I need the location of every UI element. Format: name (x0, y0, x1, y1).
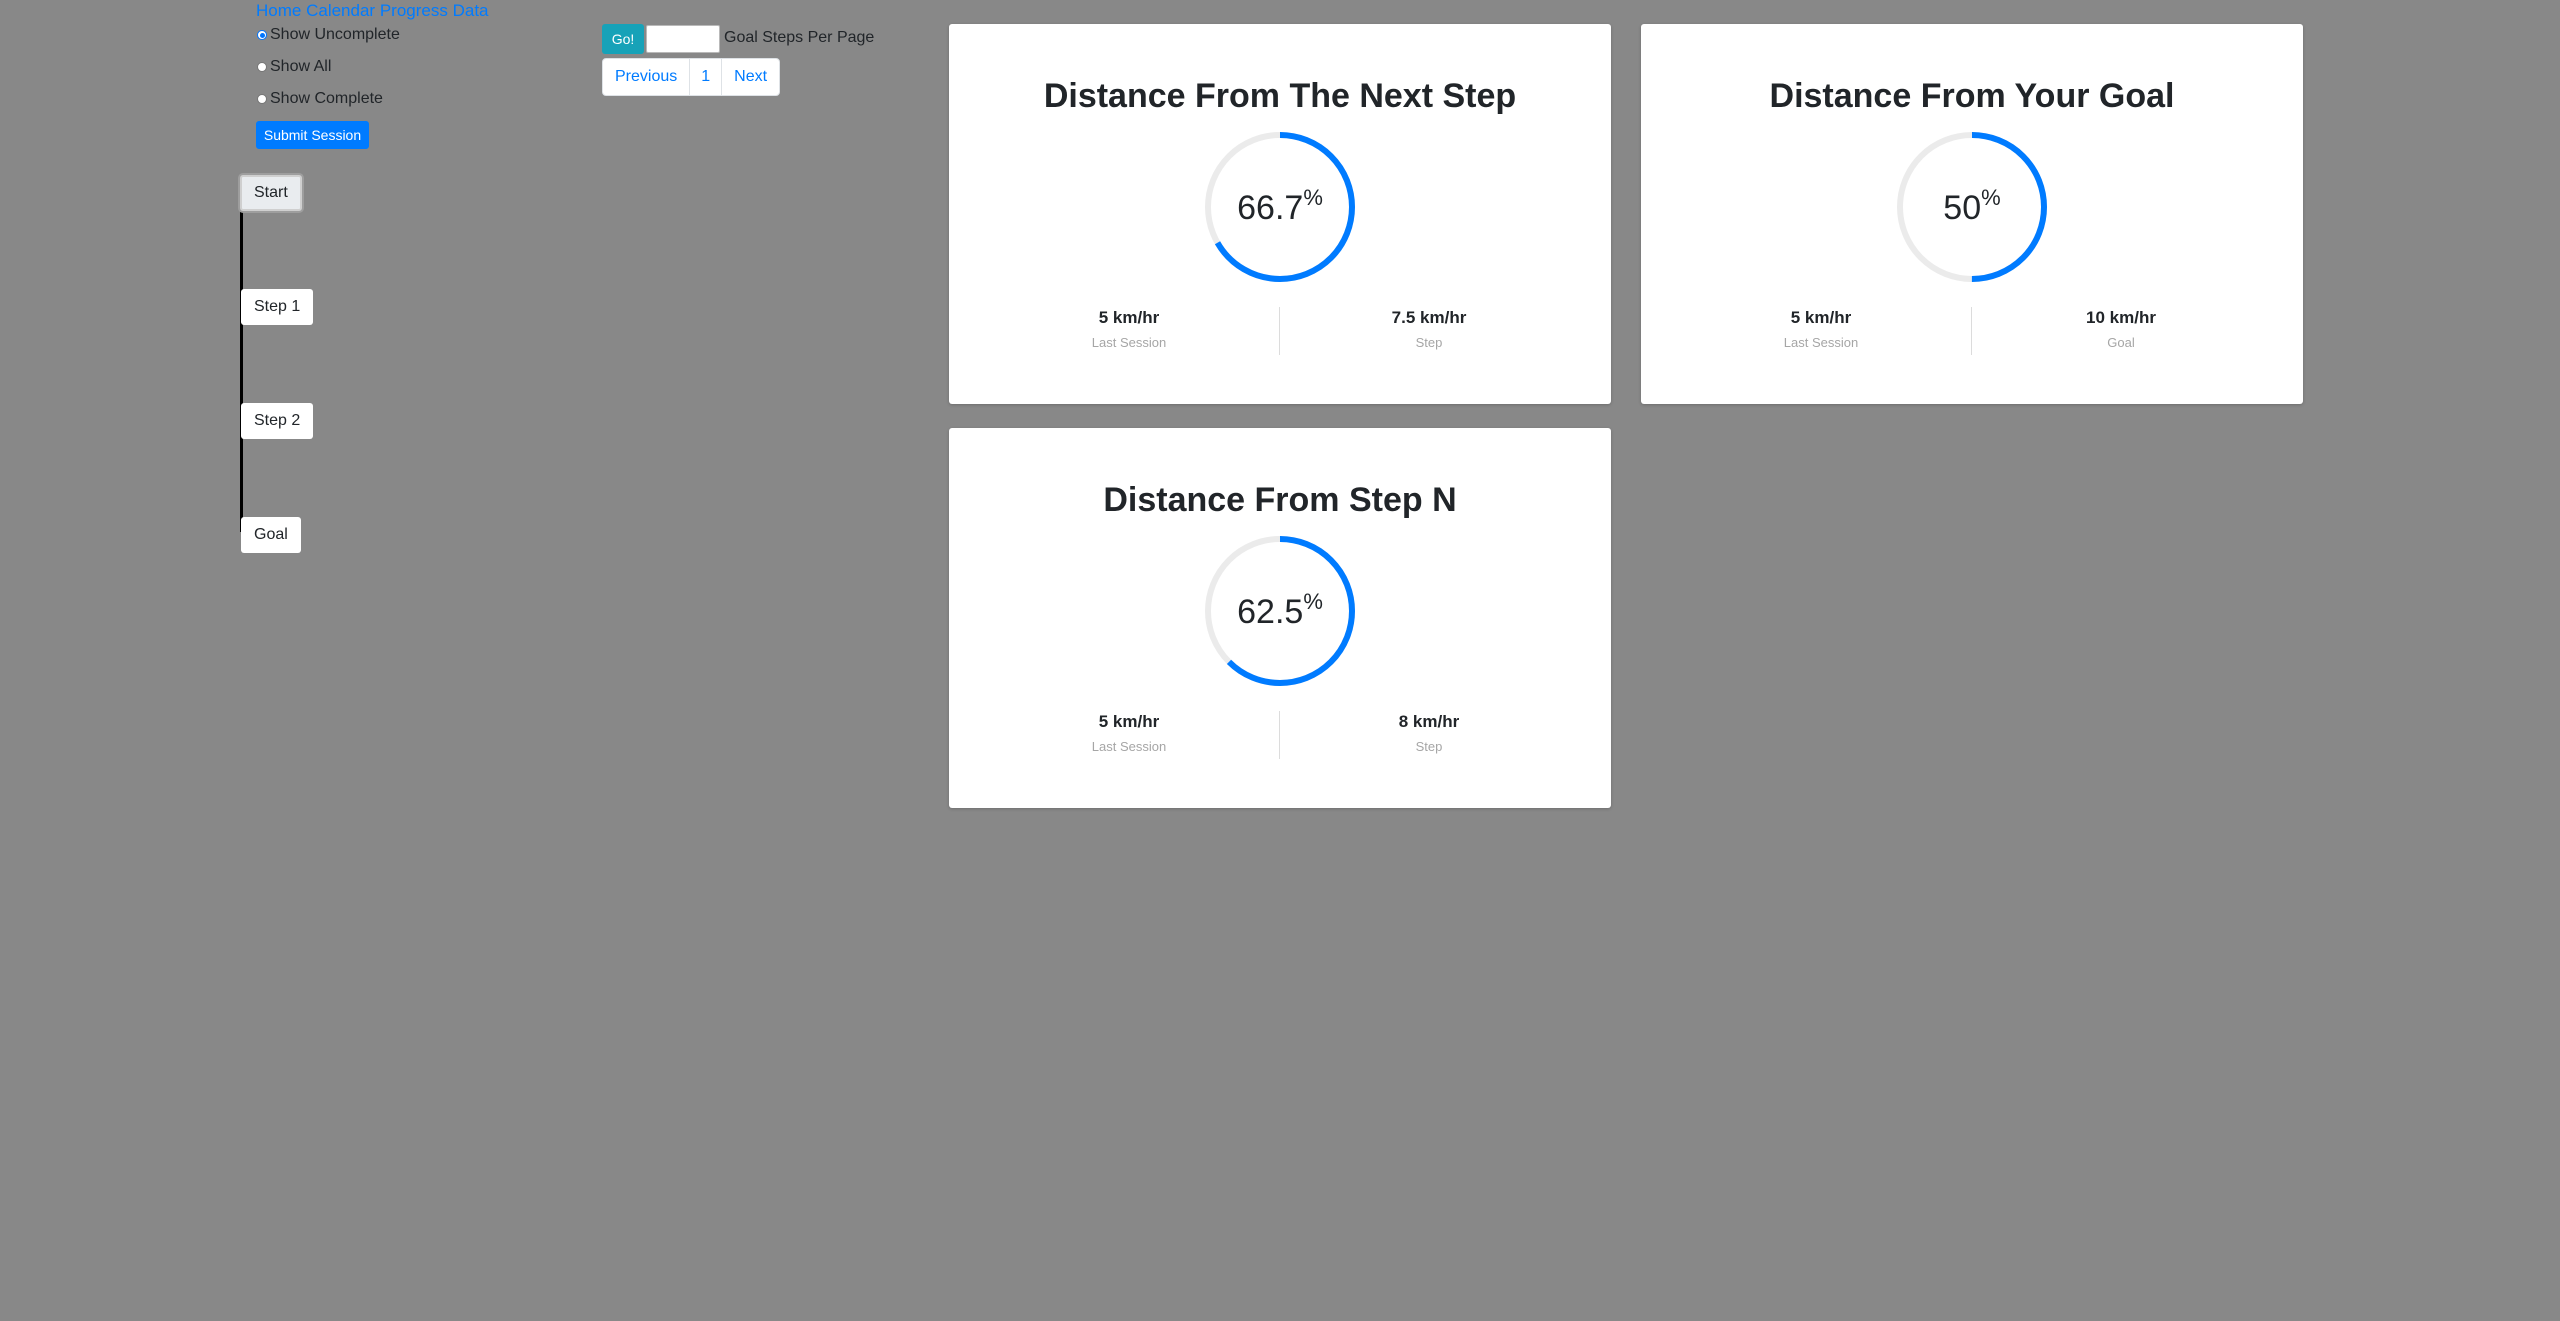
stat-label: Last Session (1783, 335, 1859, 350)
filter-option-label: Show Complete (270, 90, 383, 107)
stat-label: Step (1415, 335, 1443, 350)
stat-left: 5 km/hr Last Session (979, 711, 1279, 756)
stat-value: 5 km/hr (1098, 712, 1160, 731)
pagination-previous[interactable]: Previous (603, 59, 689, 95)
submit-session-button[interactable]: Submit Session (256, 121, 369, 149)
nav-link-home[interactable]: Home (256, 1, 301, 20)
stat-left: 5 km/hr Last Session (1671, 307, 1971, 352)
card-title: Distance From Your Goal (1769, 77, 2175, 115)
filter-option-uncomplete[interactable]: Show Uncomplete (256, 25, 400, 45)
gauge-unit: % (1981, 185, 2001, 210)
gauge-unit: % (1303, 589, 1323, 614)
card-title: Distance From The Next Step (1043, 77, 1517, 115)
stat-right: 10 km/hr Goal (1971, 307, 2271, 352)
filter-option-complete[interactable]: Show Complete (256, 89, 383, 109)
top-nav: Home Calendar Progress Data (256, 1, 489, 21)
progress-gauge: 50% (1897, 132, 2047, 282)
pagination-next[interactable]: Next (721, 59, 779, 95)
stat-value: 8 km/hr (1398, 712, 1460, 731)
nav-link-progress[interactable]: Progress (380, 1, 448, 20)
radio-button-uncomplete[interactable] (257, 30, 267, 40)
stat-label: Step (1415, 739, 1443, 754)
progress-gauge: 66.7% (1205, 132, 1355, 282)
gauge-percent: 66.7 (1237, 189, 1304, 227)
timeline-line (240, 212, 243, 532)
stat-left: 5 km/hr Last Session (979, 307, 1279, 352)
stat-label: Last Session (1091, 335, 1167, 350)
stat-right: 7.5 km/hr Step (1279, 307, 1579, 352)
stat-value: 5 km/hr (1790, 308, 1852, 327)
steps-per-page-input[interactable] (646, 25, 720, 53)
stat-card-goal: Distance From Your Goal 50% 5 km/hr Last… (1641, 24, 2303, 404)
progress-gauge: 62.5% (1205, 536, 1355, 686)
gauge-value: 50% (1897, 185, 2047, 228)
pagination-page-1[interactable]: 1 (689, 59, 721, 95)
pagination: Previous 1 Next (602, 58, 781, 96)
card-title: Distance From Step N (1103, 481, 1457, 519)
nav-link-data[interactable]: Data (453, 1, 489, 20)
timeline-step-2[interactable]: Step 2 (241, 403, 314, 439)
stat-label: Goal (2107, 335, 2135, 350)
gauge-percent: 50 (1943, 189, 1982, 227)
filter-option-all[interactable]: Show All (256, 57, 331, 77)
timeline-step-1[interactable]: Step 1 (241, 289, 314, 325)
timeline-step-start[interactable]: Start (240, 175, 302, 211)
gauge-percent: 62.5 (1237, 593, 1304, 631)
gauge-value: 66.7% (1205, 185, 1355, 228)
stat-right: 8 km/hr Step (1279, 711, 1579, 756)
stat-card-next-step: Distance From The Next Step 66.7% 5 km/h… (949, 24, 1611, 404)
radio-button-all[interactable] (257, 62, 267, 72)
go-button[interactable]: Go! (602, 24, 644, 54)
stat-card-step-n: Distance From Step N 62.5% 5 km/hr Last … (949, 428, 1611, 808)
timeline-step-goal[interactable]: Goal (241, 517, 301, 553)
nav-link-calendar[interactable]: Calendar (306, 1, 375, 20)
radio-button-complete[interactable] (257, 94, 267, 104)
stat-value: 5 km/hr (1098, 308, 1160, 327)
gauge-unit: % (1303, 185, 1323, 210)
steps-per-page-label: Goal Steps Per Page (724, 29, 875, 46)
stat-value: 10 km/hr (2086, 308, 2156, 327)
filter-option-label: Show All (270, 58, 332, 75)
gauge-value: 62.5% (1205, 589, 1355, 632)
stat-value: 7.5 km/hr (1391, 308, 1467, 327)
stat-label: Last Session (1091, 739, 1167, 754)
filter-option-label: Show Uncomplete (270, 26, 400, 43)
